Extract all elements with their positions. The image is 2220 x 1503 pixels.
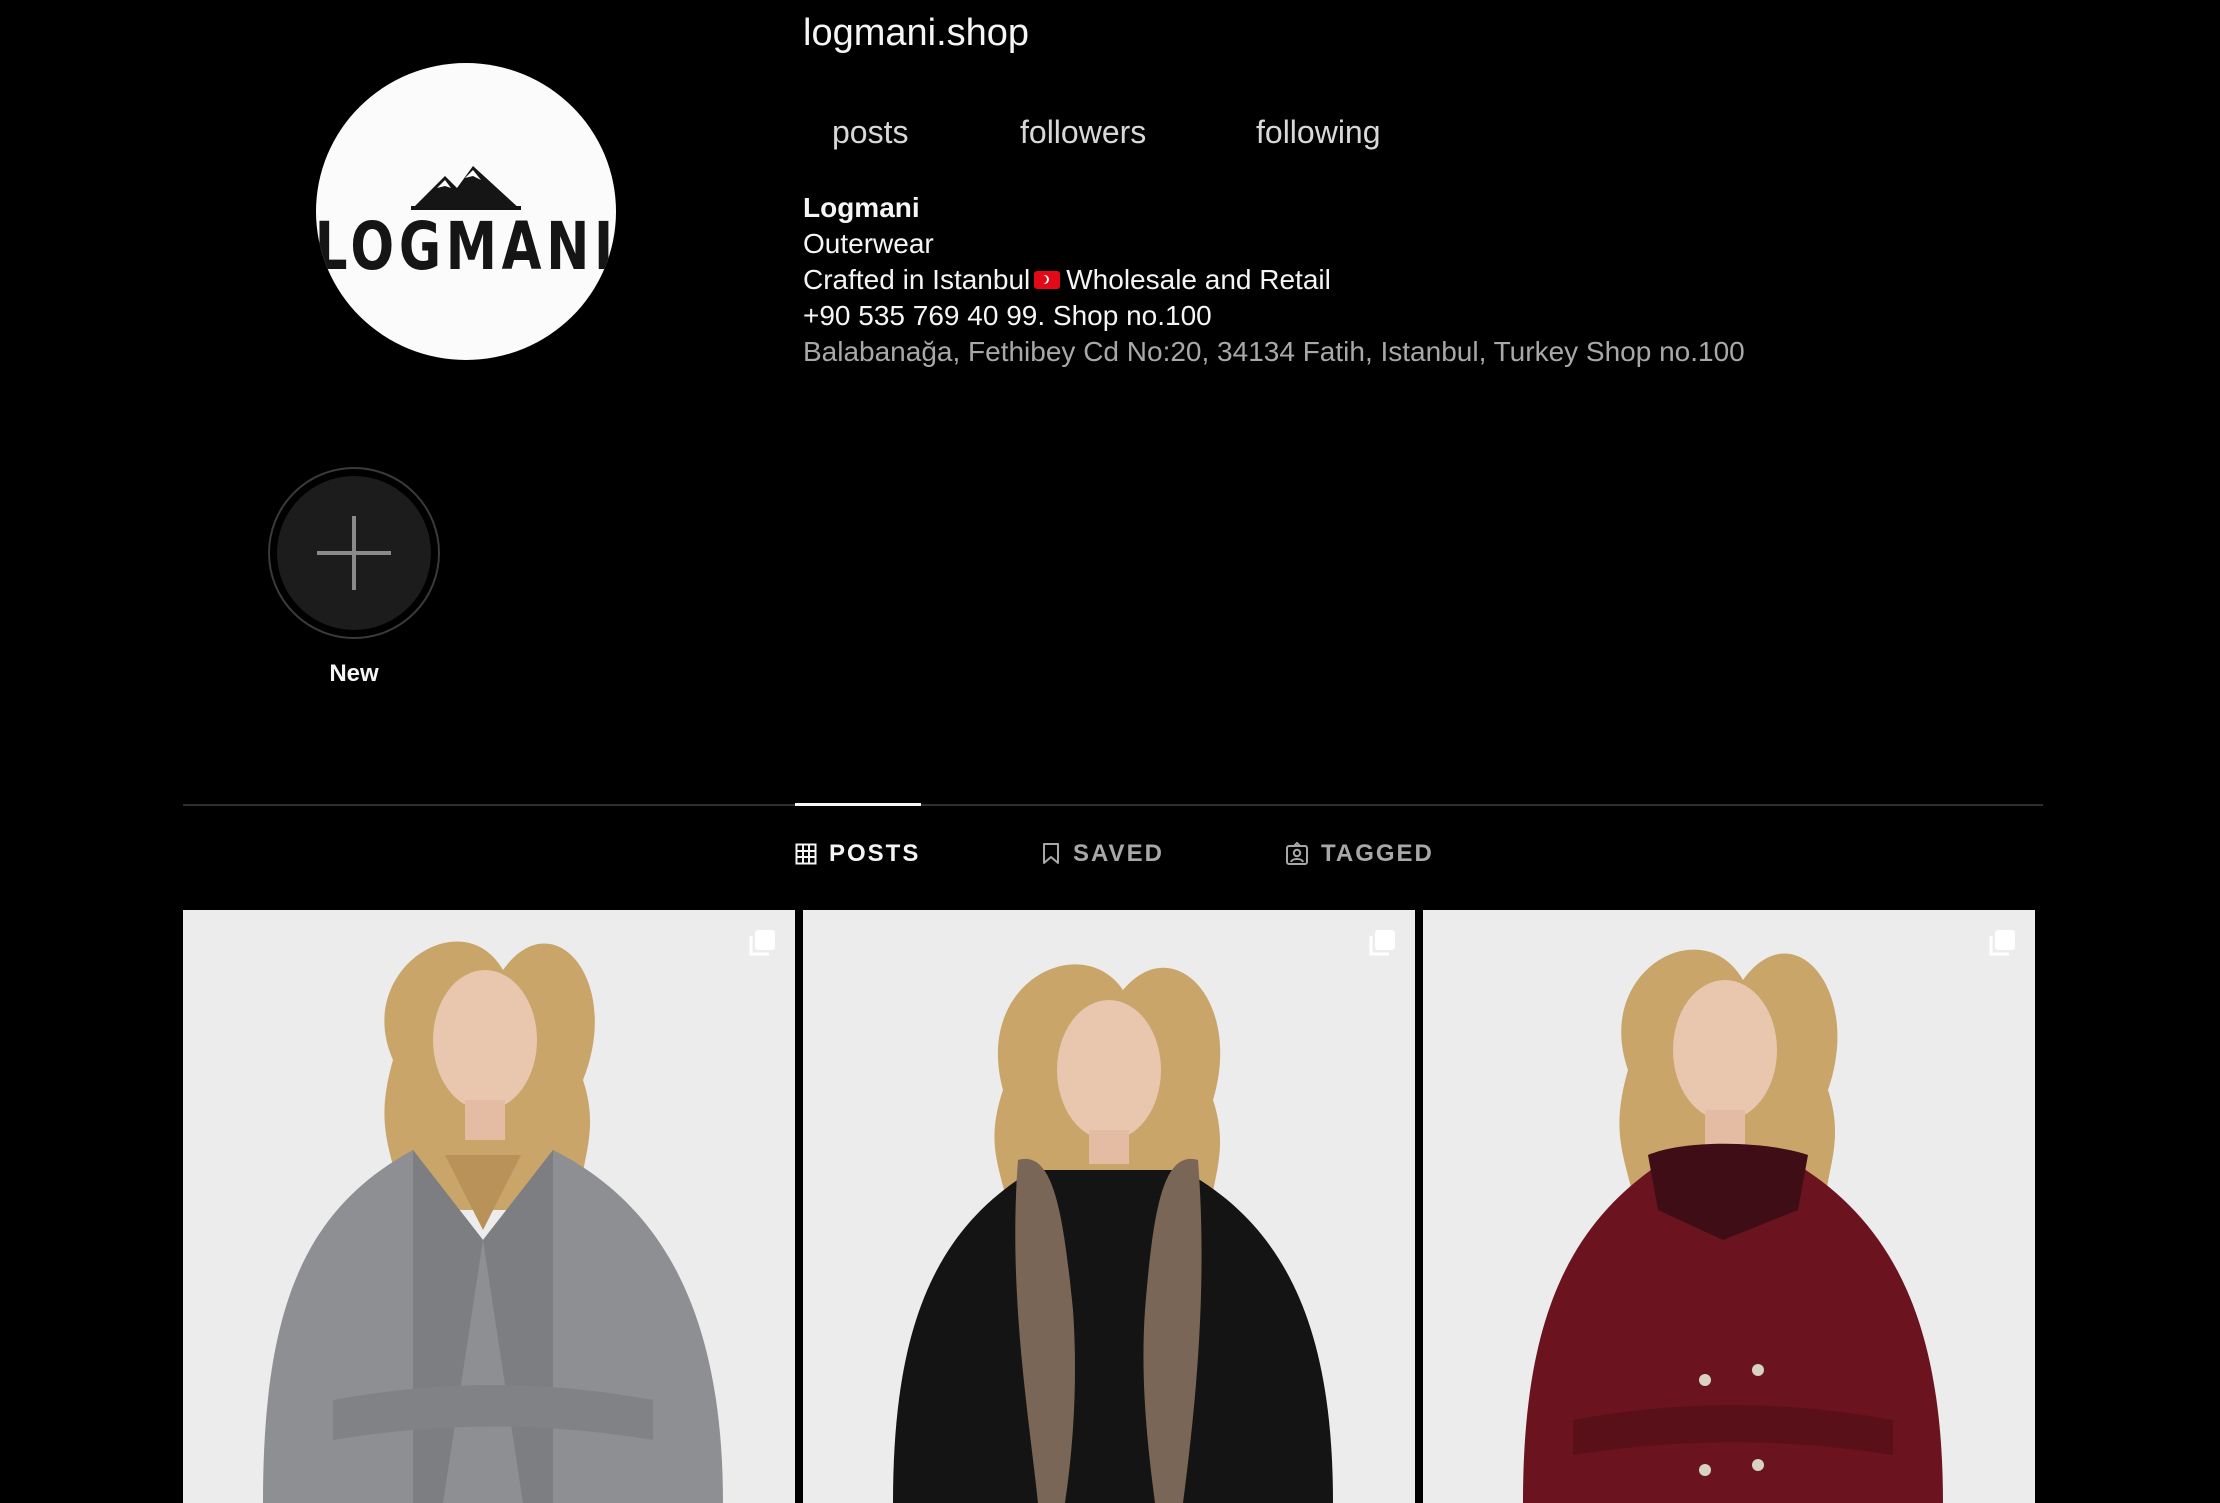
bio-line-crafted: Crafted in Istanbul Wholesale and Retail: [803, 262, 1745, 298]
posts-count-link[interactable]: posts: [832, 112, 1020, 152]
profile-stats: posts followers following: [832, 112, 1381, 152]
bio-crafted-text: Crafted in Istanbul: [803, 264, 1031, 295]
highlight-circle: [277, 476, 431, 630]
plus-icon: [317, 516, 391, 590]
post-image: [1423, 910, 2035, 1503]
post-thumbnail-1[interactable]: [183, 910, 795, 1503]
profile-avatar[interactable]: LOGMANI: [316, 63, 616, 360]
post-image: [183, 910, 795, 1503]
active-tab-indicator: [795, 803, 921, 806]
highlight-label: New: [329, 660, 379, 687]
tagged-icon: [1286, 842, 1308, 865]
profile-category: Outerwear: [803, 228, 934, 259]
bio-wholesale-text: Wholesale and Retail: [1066, 264, 1331, 295]
tab-posts-label: POSTS: [829, 840, 921, 867]
bio-phone: +90 535 769 40 99. Shop no.100: [803, 300, 1212, 331]
mountain-logo-icon: [411, 165, 521, 210]
logo-wordmark: LOGMANI: [316, 207, 616, 285]
tab-tagged-label: TAGGED: [1321, 840, 1434, 867]
tab-tagged[interactable]: TAGGED: [1285, 840, 1434, 868]
profile-bio: Logmani Outerwear Crafted in Istanbul Who…: [803, 190, 1745, 370]
tab-saved[interactable]: SAVED: [1041, 840, 1164, 868]
new-highlight-button[interactable]: [268, 467, 440, 639]
profile-page: LOGMANI logmani.shop posts followers fol…: [0, 0, 2220, 1503]
bookmark-icon: [1043, 843, 1059, 864]
profile-tabs: POSTS SAVED TAGGED: [0, 840, 2220, 880]
posts-grid: [183, 910, 2035, 1503]
turkey-flag-icon: [1034, 270, 1061, 289]
profile-display-name: Logmani: [803, 192, 920, 223]
tab-posts[interactable]: POSTS: [795, 840, 920, 868]
followers-link[interactable]: followers: [1020, 112, 1256, 152]
bio-address-link[interactable]: Balabanağa, Fethibey Cd No:20, 34134 Fat…: [803, 334, 1745, 370]
post-thumbnail-2[interactable]: [803, 910, 1415, 1503]
carousel-icon: [1369, 930, 1395, 956]
tabs-divider: [183, 804, 2043, 806]
grid-icon: [795, 843, 817, 865]
profile-username: logmani.shop: [803, 12, 1030, 54]
post-thumbnail-3[interactable]: [1423, 910, 2035, 1503]
carousel-icon: [749, 930, 775, 956]
following-link[interactable]: following: [1256, 112, 1381, 152]
carousel-icon: [1989, 930, 2015, 956]
post-image: [803, 910, 1415, 1503]
tab-saved-label: SAVED: [1073, 840, 1164, 867]
